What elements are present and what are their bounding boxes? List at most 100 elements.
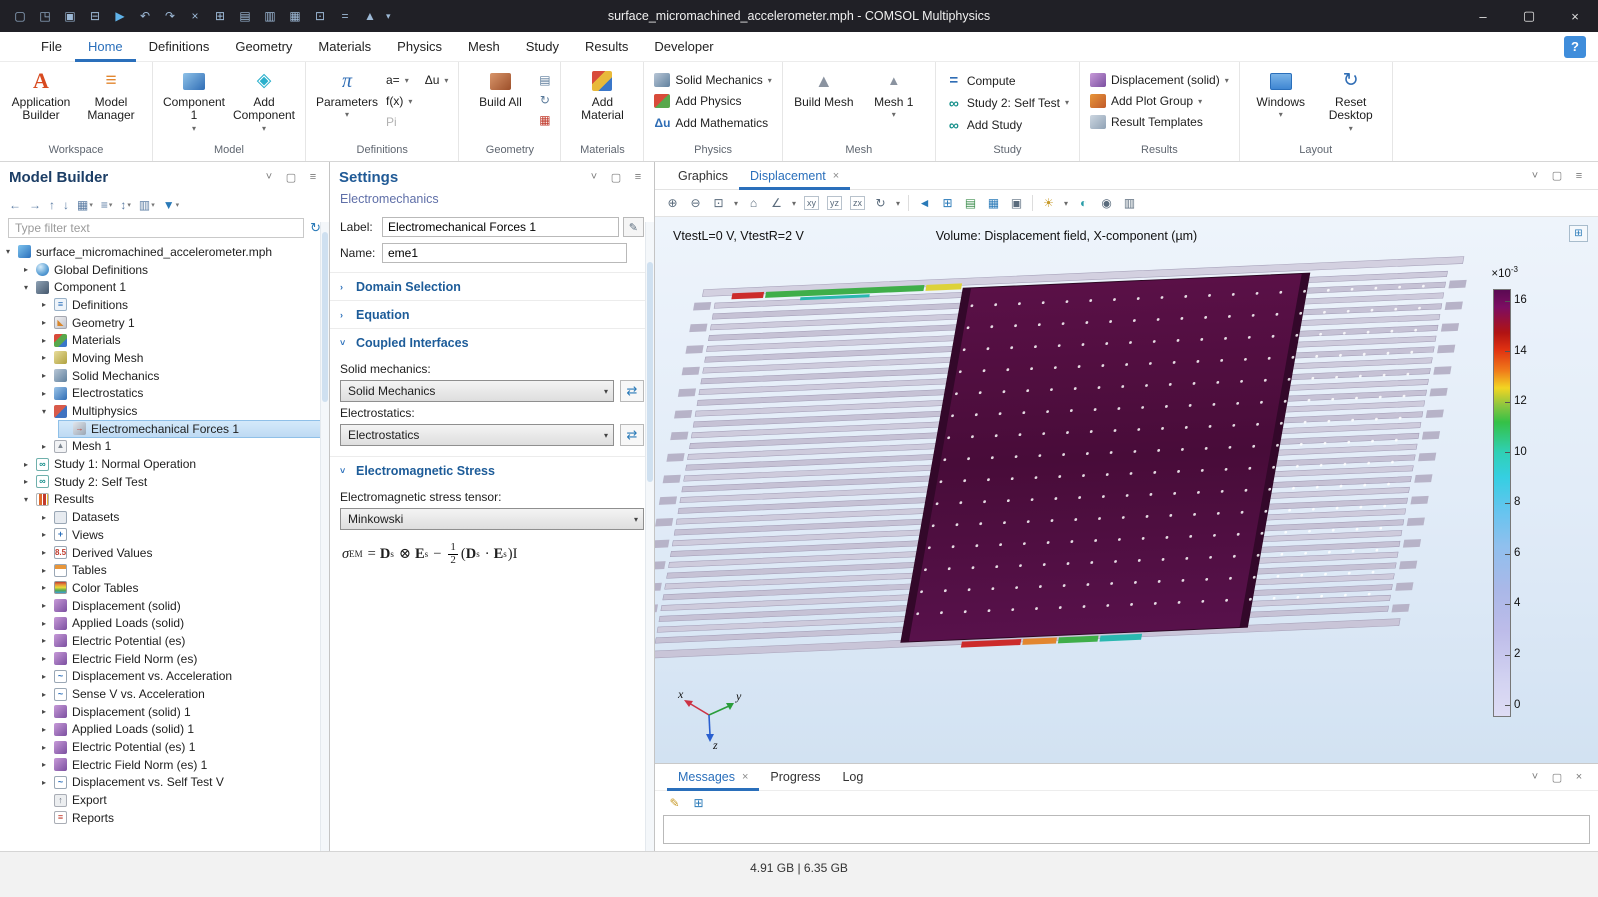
chevron-collapsed-icon[interactable] — [24, 265, 35, 274]
chevron-collapsed-icon[interactable] — [42, 442, 53, 451]
section-header-domain-selection[interactable]: Domain Selection — [330, 273, 654, 300]
tree-item-electromechanical-forces-1[interactable]: Electromechanical Forces 1 — [58, 420, 329, 438]
tab-file[interactable]: File — [28, 32, 75, 62]
print-icon[interactable] — [1122, 194, 1137, 212]
minimize-button[interactable] — [1460, 0, 1506, 32]
close-tab-icon[interactable] — [833, 170, 839, 182]
tree-item-displacement-vs-self-test-v[interactable]: Displacement vs. Self Test V — [0, 774, 329, 792]
tree-item-electrostatics[interactable]: Electrostatics — [0, 385, 329, 403]
tree-item-views[interactable]: Views — [0, 526, 329, 544]
chevron-expanded-icon[interactable] — [6, 247, 17, 256]
application-builder-button[interactable]: Application Builder — [7, 65, 75, 142]
chevron-collapsed-icon[interactable] — [42, 566, 53, 575]
tree-item-displacement-solid-1[interactable]: Displacement (solid) 1 — [0, 703, 329, 721]
add-material-button[interactable]: Add Material — [568, 65, 636, 142]
show-settings-icon[interactable] — [77, 198, 93, 212]
maximize-button[interactable] — [1506, 0, 1552, 32]
windows-button[interactable]: Windows — [1247, 65, 1315, 142]
chevron-collapsed-icon[interactable] — [42, 707, 53, 716]
tab-definitions[interactable]: Definitions — [136, 32, 223, 62]
functions-button[interactable]: f(x) — [383, 93, 451, 109]
panel-menu-icon[interactable] — [1528, 169, 1542, 182]
tree-item-tables[interactable]: Tables — [0, 561, 329, 579]
tree-item-reports[interactable]: Reports — [0, 809, 329, 827]
model-manager-icon[interactable] — [83, 4, 107, 28]
section-header-electromagnetic-stress[interactable]: Electromagnetic Stress — [330, 457, 654, 484]
tree-item-materials[interactable]: Materials — [0, 331, 329, 349]
tab-displacement[interactable]: Displacement — [739, 162, 850, 190]
mesh-1-button[interactable]: Mesh 1 — [860, 65, 928, 142]
tree-item-displacement-solid[interactable]: Displacement (solid) — [0, 597, 329, 615]
create-interface-icon[interactable] — [620, 424, 644, 446]
panel-menu-icon[interactable] — [1528, 771, 1542, 784]
component-1-button[interactable]: Component 1 — [160, 65, 228, 142]
chevron-collapsed-icon[interactable] — [42, 725, 53, 734]
tab-results[interactable]: Results — [572, 32, 641, 62]
tree-item-color-tables[interactable]: Color Tables — [0, 579, 329, 597]
go-to-default-view-icon[interactable] — [746, 194, 761, 212]
undo-icon[interactable] — [133, 4, 157, 28]
tab-mesh[interactable]: Mesh — [455, 32, 513, 62]
undock-panel-icon[interactable] — [1550, 169, 1564, 182]
plot-group-selector[interactable]: Displacement (solid) — [1087, 72, 1232, 88]
chevron-collapsed-icon[interactable] — [42, 389, 53, 398]
parameters-button[interactable]: Parameters — [313, 65, 381, 142]
cut-icon[interactable] — [183, 4, 207, 28]
build-mesh-button[interactable]: Build Mesh — [790, 65, 858, 142]
node-label-icon[interactable] — [101, 198, 113, 212]
transparency-icon[interactable] — [1076, 194, 1091, 212]
delete-icon[interactable] — [283, 4, 307, 28]
add-component-button[interactable]: Add Component — [230, 65, 298, 142]
plot-thumbnail-icon[interactable] — [1569, 225, 1588, 242]
graphics-canvas[interactable]: VtestL=0 V, VtestR=2 V Volume: Displacem… — [655, 217, 1598, 763]
tree-item-definitions[interactable]: Definitions — [0, 296, 329, 314]
tree-item-electric-potential-es[interactable]: Electric Potential (es) — [0, 632, 329, 650]
tab-geometry[interactable]: Geometry — [222, 32, 305, 62]
tab-messages[interactable]: Messages — [667, 764, 759, 791]
build-all-button[interactable]: Build All — [466, 65, 534, 142]
tree-item-applied-loads-solid[interactable]: Applied Loads (solid) — [0, 614, 329, 632]
mesh-icon[interactable] — [358, 4, 382, 28]
geometry-grid-icon[interactable] — [536, 112, 553, 127]
insert-sequence-icon[interactable] — [536, 72, 553, 87]
chevron-collapsed-icon[interactable] — [42, 778, 53, 787]
tree-item-multiphysics[interactable]: Multiphysics — [0, 402, 329, 420]
chevron-collapsed-icon[interactable] — [42, 583, 53, 592]
plot-data-table-icon[interactable] — [986, 194, 1001, 212]
tab-home[interactable]: Home — [75, 32, 136, 62]
panel-options-icon[interactable] — [306, 171, 320, 184]
model-manager-button[interactable]: Model Manager — [77, 65, 145, 142]
show-grid-icon[interactable] — [940, 194, 955, 212]
stress-tensor-select[interactable]: Minkowski — [340, 508, 644, 530]
section-header-coupled-interfaces[interactable]: Coupled Interfaces — [330, 329, 654, 356]
tree-filter-input[interactable] — [8, 218, 304, 238]
tab-physics[interactable]: Physics — [384, 32, 455, 62]
tree-item-derived-values[interactable]: Derived Values — [0, 544, 329, 562]
copy-messages-icon[interactable] — [691, 794, 706, 812]
compute-icon[interactable] — [333, 4, 357, 28]
sort-nodes-icon[interactable] — [120, 198, 131, 212]
chevron-collapsed-icon[interactable] — [42, 619, 53, 628]
tree-item-mesh-1[interactable]: Mesh 1 — [0, 438, 329, 456]
add-mathematics-button[interactable]: Add Mathematics — [651, 114, 774, 131]
copy-icon[interactable] — [208, 4, 232, 28]
snapshot-icon[interactable] — [1099, 194, 1114, 212]
name-input[interactable] — [382, 243, 627, 263]
undock-panel-icon[interactable] — [1550, 771, 1564, 784]
run-icon[interactable] — [108, 4, 132, 28]
tree-item-electric-field-norm-es-1[interactable]: Electric Field Norm (es) 1 — [0, 756, 329, 774]
result-templates-button[interactable]: Result Templates — [1087, 114, 1232, 130]
tree-item-displacement-vs-acceleration[interactable]: Displacement vs. Acceleration — [0, 668, 329, 686]
settings-scrollbar[interactable] — [645, 222, 654, 851]
chevron-collapsed-icon[interactable] — [42, 743, 53, 752]
rename-icon[interactable] — [623, 217, 644, 237]
build-all-icon[interactable] — [308, 4, 332, 28]
panel-options-icon[interactable] — [631, 171, 645, 184]
tree-item-electric-field-norm-es[interactable]: Electric Field Norm (es) — [0, 650, 329, 668]
tab-graphics[interactable]: Graphics — [667, 162, 739, 190]
add-study-button[interactable]: Add Study — [943, 116, 1072, 133]
electrostatics-select[interactable]: Electrostatics — [340, 424, 614, 446]
nonlocal-couplings-button[interactable]: Δu — [422, 72, 452, 88]
tree-item-applied-loads-solid-1[interactable]: Applied Loads (solid) 1 — [0, 721, 329, 739]
save-icon[interactable] — [58, 4, 82, 28]
